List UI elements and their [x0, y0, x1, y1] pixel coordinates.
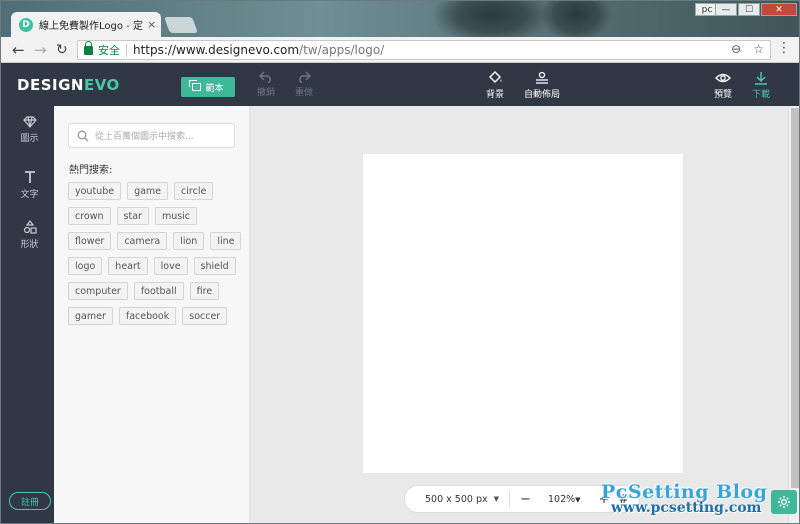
hot-tag[interactable]: flower	[68, 232, 112, 250]
tab-title: 線上免費製作Logo - 定制	[39, 21, 143, 32]
layout-icon	[536, 71, 548, 84]
hot-tag[interactable]: youtube	[68, 182, 122, 200]
logo-artboard[interactable]	[363, 154, 683, 473]
app-header: DESIGNEVO 範本 撤銷 重做 背景 自動佈局 預覽 下載	[1, 63, 799, 106]
back-icon[interactable]: ←	[12, 41, 25, 59]
hot-tag[interactable]: crown	[68, 207, 111, 225]
hot-tag[interactable]: circle	[174, 182, 214, 200]
shapes-icon	[23, 220, 37, 234]
redo-button[interactable]: 重做	[284, 71, 324, 98]
hot-tag[interactable]: soccer	[182, 307, 228, 325]
browser-menu-icon[interactable]: ⋮	[777, 40, 791, 56]
sidebar-item-text[interactable]: 文字	[5, 162, 54, 210]
hot-tag[interactable]: shield	[193, 257, 236, 275]
designevo-logo[interactable]: DESIGNEVO	[17, 76, 120, 94]
browser-tab[interactable]: D 線上免費製作Logo - 定制 ×	[11, 12, 161, 37]
hot-tag[interactable]: football	[133, 282, 184, 300]
url-host: https://www.designevo.com	[133, 43, 300, 57]
hot-tag[interactable]: camera	[117, 232, 168, 250]
icon-panel: 從上百萬個圖示中搜索... 熱門搜索: youtube game circle cro…	[54, 106, 250, 523]
background-button[interactable]: 背景	[475, 71, 515, 100]
forward-icon[interactable]: →	[34, 41, 47, 59]
url-text[interactable]: https://www.designevo.com/tw/apps/logo/	[133, 43, 384, 57]
url-path: /tw/apps/logo/	[299, 43, 385, 57]
signup-button[interactable]: 註冊	[9, 492, 51, 510]
lock-icon	[84, 40, 93, 55]
window-controls: — ☐ ✕	[714, 3, 797, 16]
canvas-size-select[interactable]: 500 x 500 px	[425, 494, 488, 505]
url-bar[interactable]: 安全 https://www.designevo.com/tw/apps/log…	[77, 40, 771, 60]
secure-label: 安全	[98, 44, 120, 57]
hot-tag[interactable]: computer	[68, 282, 128, 300]
sidebar-item-icons[interactable]: 圖示	[5, 108, 54, 156]
preview-button[interactable]: 預覽	[703, 71, 743, 100]
reload-icon[interactable]: ↻	[56, 41, 68, 59]
undo-icon	[259, 71, 271, 83]
window-titlebar: D 線上免費製作Logo - 定制 × pc — ☐ ✕	[1, 1, 799, 37]
hot-tag[interactable]: game	[127, 182, 169, 200]
bookmark-star-icon[interactable]: ☆	[753, 42, 764, 56]
search-placeholder: 從上百萬個圖示中搜索...	[95, 132, 194, 142]
hot-tag[interactable]: lion	[173, 232, 205, 250]
browser-window: D 線上免費製作Logo - 定制 × pc — ☐ ✕ ← → ↻ 安全 ht…	[0, 0, 800, 524]
hot-tag[interactable]: logo	[68, 257, 103, 275]
download-button[interactable]: 下載	[741, 71, 781, 100]
hot-tag[interactable]: heart	[108, 257, 148, 275]
zoom-caret-icon: ▼	[575, 495, 581, 504]
tag-row: youtube game circle	[68, 182, 244, 200]
tag-row: computer football fire	[68, 282, 244, 300]
scrollbar-thumb[interactable]	[791, 108, 799, 488]
new-tab-button[interactable]	[164, 17, 198, 33]
maximize-button[interactable]: ☐	[738, 3, 760, 16]
hot-searches-label: 熱門搜索:	[69, 165, 113, 176]
size-caret-icon[interactable]: ▼	[494, 495, 499, 503]
template-icon	[189, 80, 202, 91]
tag-row: gamer facebook soccer	[68, 307, 244, 325]
download-icon	[755, 72, 767, 85]
settings-button[interactable]	[771, 490, 797, 514]
close-window-button[interactable]: ✕	[761, 3, 797, 16]
hot-tag[interactable]: gamer	[68, 307, 113, 325]
redo-icon	[299, 71, 311, 83]
auto-layout-button[interactable]: 自動佈局	[519, 71, 565, 100]
gear-icon	[778, 496, 790, 508]
zoom-level[interactable]: 102%▼	[548, 494, 581, 505]
search-icon	[77, 130, 89, 141]
hot-tag[interactable]: facebook	[118, 307, 177, 325]
hot-tag[interactable]: love	[153, 257, 188, 275]
hot-tag[interactable]: line	[210, 232, 242, 250]
sidebar-item-shapes[interactable]: 形狀	[5, 212, 54, 260]
address-toolbar: ← → ↻ 安全 https://www.designevo.com/tw/ap…	[1, 37, 799, 63]
hot-tag[interactable]: music	[154, 207, 198, 225]
tab-close-icon[interactable]: ×	[147, 18, 156, 31]
tag-row: logo heart love shield	[68, 257, 244, 275]
hot-tag-list: youtube game circle crown star music flower cam…	[68, 182, 244, 332]
watermark: PcSetting Blog www.pcsetting.com	[601, 481, 768, 516]
paint-bucket-icon	[489, 71, 502, 83]
diamond-icon	[22, 116, 37, 128]
page-scrollbar[interactable]	[788, 106, 799, 523]
hot-tag[interactable]: fire	[189, 282, 220, 300]
zoom-out-button[interactable]: −	[520, 492, 531, 507]
icon-search-input[interactable]: 從上百萬個圖示中搜索...	[68, 123, 235, 148]
zoom-search-icon[interactable]: ⊖	[731, 42, 741, 56]
undo-button[interactable]: 撤銷	[246, 71, 286, 98]
hot-tag[interactable]: star	[116, 207, 149, 225]
template-button[interactable]: 範本	[181, 77, 235, 97]
minimize-button[interactable]: —	[715, 3, 737, 16]
tool-sidebar: 圖示 文字 形狀 註冊	[1, 106, 54, 523]
text-t-icon	[24, 171, 35, 183]
favicon-icon: D	[19, 17, 33, 32]
canvas-area: 500 x 500 px ▼ − 102%▼ + #	[250, 106, 788, 523]
tag-row: crown star music	[68, 207, 244, 225]
eye-icon	[715, 73, 731, 83]
tag-row: flower camera lion line	[68, 232, 244, 250]
